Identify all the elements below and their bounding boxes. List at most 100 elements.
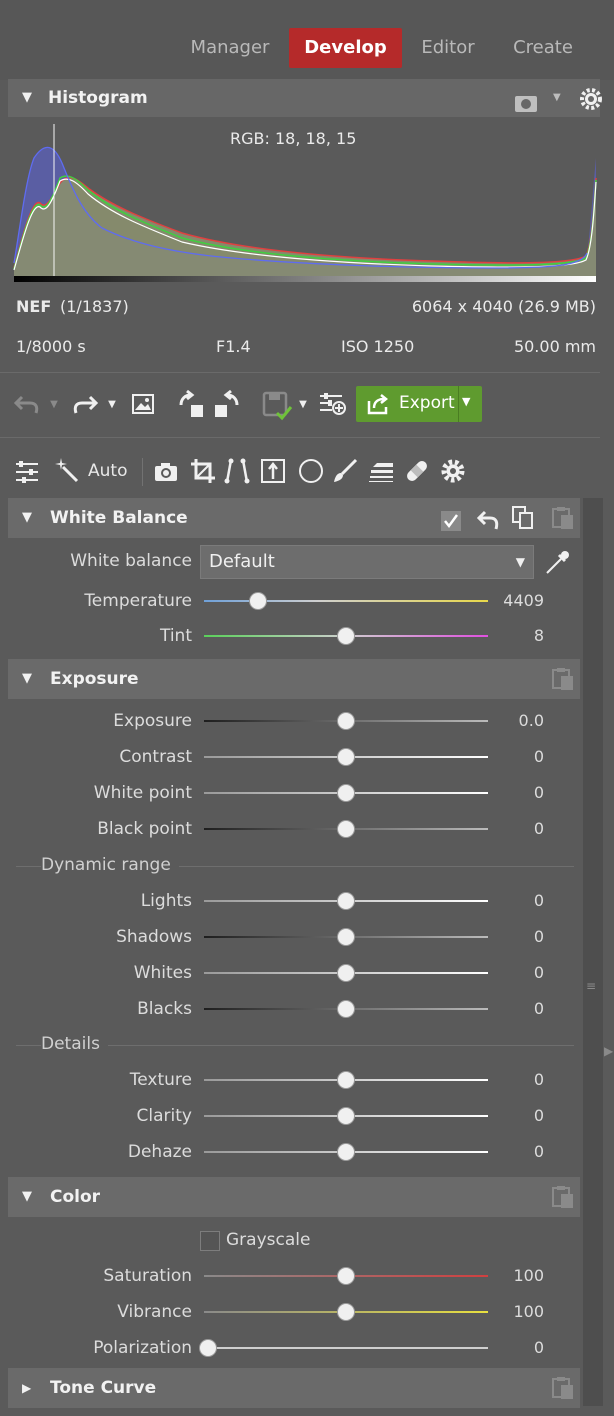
contrast-slider-knob[interactable] <box>337 748 355 766</box>
save-options-chevron-icon[interactable]: ▼ <box>295 392 311 416</box>
adjustments-icon[interactable] <box>12 458 42 486</box>
clarity-value[interactable]: 0 <box>484 1106 544 1125</box>
vibrance-label: Vibrance <box>117 1302 192 1322</box>
exposure-title: Exposure <box>50 669 139 689</box>
auto-button[interactable]: Auto <box>88 461 127 481</box>
tone-curve-header[interactable]: ▶ Tone Curve <box>8 1368 580 1408</box>
polarization-value[interactable]: 0 <box>484 1338 544 1357</box>
histogram-graph[interactable]: RGB: 18, 18, 15 <box>12 118 598 284</box>
collapse-triangle-icon[interactable]: ▼ <box>22 498 32 538</box>
top-tab-bar: Manager Develop Editor Create <box>0 0 614 80</box>
chevron-down-icon[interactable]: ▼ <box>553 79 561 117</box>
undo-history-chevron-icon[interactable]: ▼ <box>46 392 62 416</box>
saturation-value[interactable]: 100 <box>484 1266 544 1285</box>
dehaze-value[interactable]: 0 <box>484 1142 544 1161</box>
collapse-triangle-icon[interactable]: ▼ <box>22 79 32 117</box>
polarization-slider-track[interactable] <box>204 1347 488 1349</box>
enable-checkbox-icon[interactable] <box>440 507 462 547</box>
divider <box>142 458 143 486</box>
white-balance-dropdown[interactable]: Default ▼ <box>200 545 534 579</box>
save-icon[interactable] <box>260 388 294 422</box>
expand-right-arrow-icon[interactable]: ▶ <box>604 1044 613 1058</box>
whites-slider-knob[interactable] <box>337 964 355 982</box>
brush-icon[interactable] <box>330 456 360 486</box>
panel-scrollbar[interactable] <box>583 498 603 1406</box>
collapse-triangle-icon[interactable]: ▼ <box>22 659 32 699</box>
tint-label: Tint <box>159 626 192 646</box>
collapse-triangle-icon[interactable]: ▼ <box>22 1177 32 1217</box>
crop-icon[interactable] <box>188 456 218 486</box>
polarization-slider-knob[interactable] <box>199 1339 217 1357</box>
clarity-slider-knob[interactable] <box>337 1107 355 1125</box>
lights-value[interactable]: 0 <box>484 891 544 910</box>
rgb-readout: RGB: 18, 18, 15 <box>230 129 357 148</box>
vibrance-slider-knob[interactable] <box>337 1303 355 1321</box>
radial-filter-icon[interactable] <box>296 456 326 486</box>
paste-settings-icon[interactable] <box>550 666 576 707</box>
color-header[interactable]: ▼ Color <box>8 1177 580 1217</box>
dehaze-slider-knob[interactable] <box>337 1143 355 1161</box>
expand-triangle-icon[interactable]: ▶ <box>22 1368 31 1408</box>
white-point-slider-knob[interactable] <box>337 784 355 802</box>
paste-settings-icon[interactable] <box>550 505 576 546</box>
settings-gear-icon[interactable] <box>438 456 468 486</box>
shadows-value[interactable]: 0 <box>484 927 544 946</box>
black-point-value[interactable]: 0 <box>484 819 544 838</box>
vibrance-value[interactable]: 100 <box>484 1302 544 1321</box>
texture-value[interactable]: 0 <box>484 1070 544 1089</box>
temperature-slider-knob[interactable] <box>248 592 267 610</box>
tab-editor[interactable]: Editor <box>412 28 484 68</box>
temperature-value[interactable]: 4409 <box>484 591 544 610</box>
auto-wand-icon[interactable] <box>52 456 82 486</box>
export-divider <box>458 386 459 422</box>
aperture: F1.4 <box>216 337 251 356</box>
tint-value[interactable]: 8 <box>484 626 544 645</box>
saturation-slider-knob[interactable] <box>337 1267 355 1285</box>
black-point-slider-knob[interactable] <box>337 820 355 838</box>
export-icon <box>366 393 390 420</box>
whites-value[interactable]: 0 <box>484 963 544 982</box>
texture-slider-knob[interactable] <box>337 1071 355 1089</box>
contrast-value[interactable]: 0 <box>484 747 544 766</box>
reset-undo-icon[interactable] <box>476 506 500 546</box>
exposure-header[interactable]: ▼ Exposure <box>8 659 580 699</box>
tab-manager[interactable]: Manager <box>180 28 280 68</box>
rotate-right-icon[interactable] <box>210 388 242 420</box>
shadows-slider-knob[interactable] <box>337 928 355 946</box>
chevron-down-icon: ▼ <box>515 555 525 569</box>
gradient-filter-icon[interactable] <box>366 456 396 486</box>
details-label: Details <box>41 1034 108 1054</box>
rotate-left-icon[interactable] <box>176 388 208 420</box>
tab-create[interactable]: Create <box>503 28 583 68</box>
saturation-label: Saturation <box>103 1266 192 1286</box>
healing-bandage-icon[interactable] <box>402 456 432 486</box>
temperature-slider-track[interactable] <box>204 600 488 602</box>
exposure-slider-knob[interactable] <box>337 712 355 730</box>
tint-slider-knob[interactable] <box>337 627 355 645</box>
blacks-slider-knob[interactable] <box>337 1000 355 1018</box>
copy-settings-icon[interactable] <box>510 505 536 546</box>
export-options-chevron-icon[interactable]: ▼ <box>462 395 470 408</box>
undo-icon[interactable] <box>12 390 42 418</box>
white-point-value[interactable]: 0 <box>484 783 544 802</box>
export-button[interactable]: Export ▼ <box>356 386 482 422</box>
eyedropper-icon[interactable] <box>542 548 572 578</box>
exposure-value[interactable]: 0.0 <box>484 711 544 730</box>
redo-icon[interactable] <box>70 390 102 418</box>
perspective-icon[interactable] <box>222 456 252 486</box>
straighten-icon[interactable] <box>258 456 288 486</box>
lights-slider-knob[interactable] <box>337 892 355 910</box>
sliders-add-icon[interactable] <box>316 390 348 418</box>
histogram-header[interactable]: ▼ Histogram ▼ <box>8 79 602 117</box>
blacks-value[interactable]: 0 <box>484 999 544 1018</box>
tab-develop[interactable]: Develop <box>289 28 402 68</box>
scroll-grip-icon[interactable]: ≡ <box>586 980 598 992</box>
grayscale-label: Grayscale <box>226 1230 311 1250</box>
paste-settings-icon[interactable] <box>550 1184 576 1225</box>
grayscale-checkbox[interactable] <box>200 1231 220 1251</box>
compare-image-icon[interactable] <box>128 390 158 418</box>
white-balance-header[interactable]: ▼ White Balance <box>8 498 580 538</box>
redo-history-chevron-icon[interactable]: ▼ <box>104 392 120 416</box>
paste-settings-icon[interactable] <box>550 1375 576 1416</box>
camera-icon[interactable] <box>152 458 180 486</box>
